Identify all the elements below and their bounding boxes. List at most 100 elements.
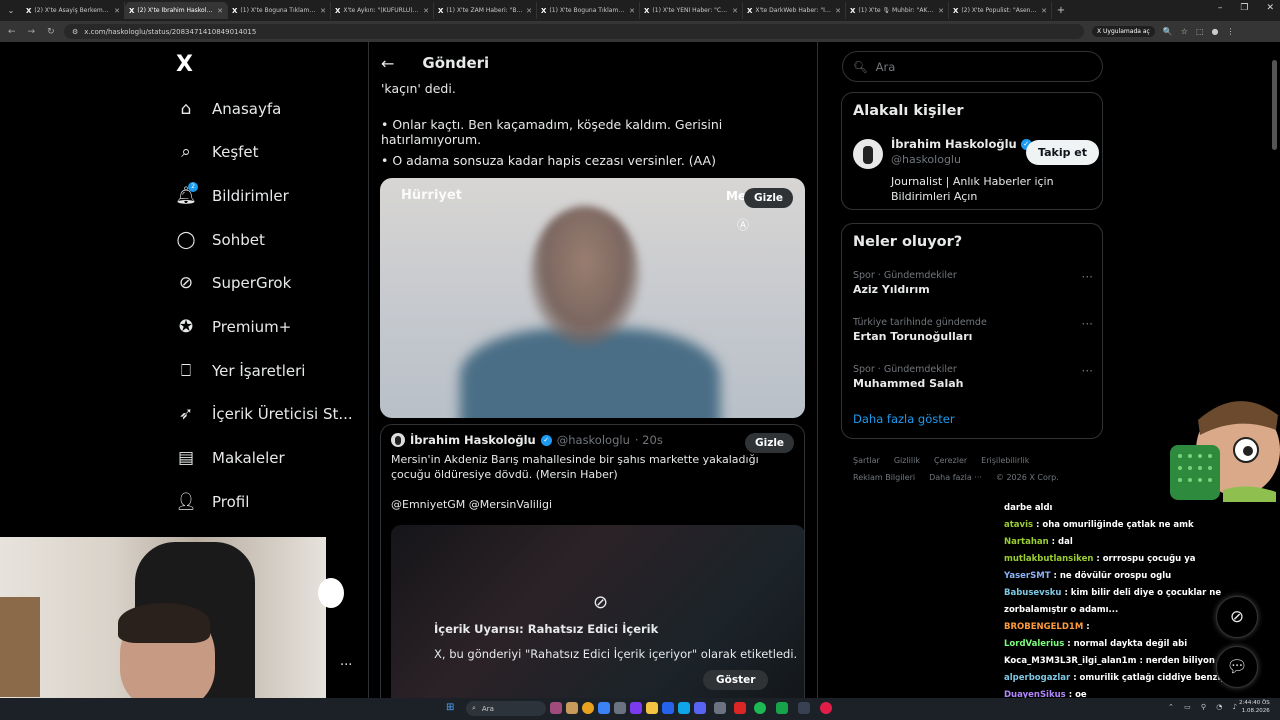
zoom-icon[interactable]: 🔍 xyxy=(1163,27,1173,36)
browser-tab[interactable]: X(1) X'te Boguna Tıklama: "7. U…✕ xyxy=(537,2,640,19)
open-in-app-button[interactable]: X Uygulamada aç xyxy=(1092,26,1155,37)
taskbar-app-icon[interactable] xyxy=(566,702,578,714)
sidebar-item-makaleler[interactable]: ▤ Makaleler xyxy=(176,448,285,468)
taskbar-app-icon[interactable] xyxy=(598,702,610,714)
discord-icon[interactable] xyxy=(694,702,706,714)
scrollbar[interactable] xyxy=(1272,60,1277,150)
system-tray-icons[interactable]: ⌃ ▭ ⚲ ◔ ♪ xyxy=(1168,703,1241,711)
back-arrow-icon[interactable]: ← xyxy=(381,54,394,73)
hide-quote-button[interactable]: Gizle xyxy=(745,433,795,453)
browser-tab[interactable]: X(1) X'te Boguna Tıklama: "Bir c…✕ xyxy=(228,2,331,19)
taskbar-app-icon[interactable] xyxy=(734,702,746,714)
taskbar-search[interactable]: ⌕ Ara xyxy=(466,701,546,716)
avatar[interactable] xyxy=(853,139,883,169)
taskbar-app-icon[interactable] xyxy=(630,702,642,714)
sidebar-item-yer-i-şaretleri[interactable]: ⎕ Yer İşaretleri xyxy=(176,361,306,381)
taskbar-app-icon[interactable] xyxy=(820,702,832,714)
more-options-icon[interactable]: ··· xyxy=(1082,364,1093,378)
sidebar-item-profil[interactable]: 👤︎ Profil xyxy=(175,492,249,512)
grok-fab-icon[interactable]: ⊘ xyxy=(1216,596,1258,638)
close-tab-icon[interactable]: ✕ xyxy=(1041,7,1047,15)
close-tab-icon[interactable]: ✕ xyxy=(114,7,120,15)
hide-media-button[interactable]: Gizle xyxy=(744,188,794,208)
footer-link[interactable]: Reklam Bilgileri xyxy=(853,473,915,482)
chat-username[interactable]: Nartahan xyxy=(1004,537,1049,547)
windows-start-icon[interactable]: ⊞ xyxy=(446,702,454,713)
forward-icon[interactable]: → xyxy=(28,27,36,37)
url-field[interactable]: ⚙ x.com/haskologlu/status/20834714108490… xyxy=(64,24,1084,39)
folder-icon[interactable] xyxy=(646,702,658,714)
browser-tab[interactable]: XX'te DarkWeb Haber: "İkinci el…✕ xyxy=(743,2,846,19)
star-icon[interactable]: ☆ xyxy=(1181,27,1188,36)
chrome-icon[interactable] xyxy=(582,702,594,714)
extensions-icon[interactable]: ⬚ xyxy=(1196,27,1204,36)
message-fab-icon[interactable]: 💬︎ xyxy=(1216,646,1258,688)
sidebar-item-premium-[interactable]: ✪ Premium+ xyxy=(176,317,291,337)
site-info-icon[interactable]: ⚙ xyxy=(72,28,78,36)
chat-username[interactable]: BROBENGELD1M xyxy=(1004,622,1083,632)
sidebar-item-i-çerik-üreticisi-st-[interactable]: ➶ İçerik Üreticisi St... xyxy=(176,404,353,424)
follow-button[interactable]: Takip et xyxy=(1026,140,1100,165)
x-logo[interactable]: X xyxy=(176,52,193,77)
browser-tab[interactable]: X (2) X'te İbrahim Haskoloğ… ✕ xyxy=(125,2,228,19)
chat-username[interactable]: alperbogazlar xyxy=(1004,673,1070,683)
footer-link[interactable]: Erişilebilirlik xyxy=(981,456,1029,465)
chat-username[interactable]: YaserSMT xyxy=(1004,571,1051,581)
taskbar-app-icon[interactable] xyxy=(714,702,726,714)
close-tab-icon[interactable]: ✕ xyxy=(526,7,532,15)
chat-username[interactable]: Koca_M3M3L3R_ilgi_alan1m xyxy=(1004,656,1136,666)
new-tab-button[interactable]: + xyxy=(1052,5,1070,16)
back-icon[interactable]: ← xyxy=(8,27,16,37)
search-input[interactable]: 🔍︎ Ara xyxy=(842,51,1103,82)
quoted-author-name[interactable]: İbrahim Haskoloğlu xyxy=(410,433,536,447)
more-options-icon[interactable]: ··· xyxy=(1082,270,1093,284)
browser-tab[interactable]: XX'te Aykırı: "(KÜFÜRLÜ) Aracı…✕ xyxy=(331,2,434,19)
avatar[interactable] xyxy=(391,433,405,447)
close-tab-icon[interactable]: ✕ xyxy=(732,7,738,15)
sidebar-item-bildirimler[interactable]: 🔔︎ 2 Bildirimler xyxy=(175,182,289,206)
quoted-post-mentions[interactable]: @EmniyetGM @MersinValiligi xyxy=(391,498,552,511)
quoted-author-handle[interactable]: @haskologlu xyxy=(557,433,630,447)
taskbar-app-icon[interactable] xyxy=(614,702,626,714)
taskbar-clock[interactable]: 2:44:40 ÖS 1.08.2026 xyxy=(1239,699,1270,715)
close-tab-icon[interactable]: ✕ xyxy=(423,7,429,15)
quoted-post[interactable]: İbrahim Haskoloğlu ✓ @haskologlu · 20s G… xyxy=(380,424,805,698)
show-content-button[interactable]: Göster xyxy=(703,670,769,690)
trend-item[interactable]: Spor · Gündemdekiler Muhammed Salah ··· xyxy=(853,364,1093,390)
restore-icon[interactable]: ❐ xyxy=(1240,3,1248,13)
person-name[interactable]: İbrahim Haskoloğlu xyxy=(891,137,1017,151)
post-button-partial[interactable] xyxy=(318,578,344,608)
close-tab-icon[interactable]: ✕ xyxy=(629,7,635,15)
footer-link[interactable]: Çerezler xyxy=(934,456,967,465)
more-options-icon[interactable]: ··· xyxy=(1082,317,1093,331)
sidebar-item-keşfet[interactable]: ⌕ Keşfet xyxy=(176,142,258,162)
browser-tab[interactable]: X(1) X'te ZAM Haberi: "Boşanar…✕ xyxy=(434,2,537,19)
tab-menu-icon[interactable]: ⌄ xyxy=(0,6,22,15)
close-tab-icon[interactable]: ✕ xyxy=(320,7,326,15)
footer-link[interactable]: Şartlar xyxy=(853,456,880,465)
post-video[interactable]: Hürriyet Me Gizle Ⓐ xyxy=(380,178,805,418)
footer-link[interactable]: Daha fazla ··· xyxy=(929,473,982,482)
browser-tab[interactable]: X(2) X'te Populist: "Asena Kesk…✕ xyxy=(949,2,1052,19)
more-options-icon[interactable]: ... xyxy=(340,654,352,669)
sidebar-item-sohbet[interactable]: ◯ Sohbet xyxy=(176,230,264,250)
trend-item[interactable]: Türkiye tarihinde gündemde Ertan Torunoğu… xyxy=(853,317,1093,343)
close-tab-icon[interactable]: ✕ xyxy=(938,7,944,15)
close-window-icon[interactable]: ✕ xyxy=(1266,3,1274,13)
sidebar-item-supergrok[interactable]: ⊘ SuperGrok xyxy=(176,273,291,293)
profile-avatar-icon[interactable]: ● xyxy=(1212,27,1219,36)
trend-item[interactable]: Spor · Gündemdekiler Aziz Yıldırım ··· xyxy=(853,270,1093,296)
browser-tab[interactable]: X(1) X'te 🎙 Muhbir: "AKP'li Al…✕ xyxy=(846,2,949,19)
browser-tab[interactable]: X(2) X'te Asayiş Berkemall: "Me…✕ xyxy=(22,2,125,19)
reload-icon[interactable]: ↻ xyxy=(47,27,55,37)
chat-username[interactable]: atavis xyxy=(1004,520,1033,530)
minimize-icon[interactable]: – xyxy=(1218,3,1223,13)
chat-username[interactable]: Babusevsku xyxy=(1004,588,1061,598)
chat-username[interactable]: mutlakbutlansiken xyxy=(1004,554,1093,564)
menu-icon[interactable]: ⋮ xyxy=(1227,27,1235,36)
sidebar-item-anasayfa[interactable]: ⌂ Anasayfa xyxy=(176,99,282,119)
taskbar-app-icon[interactable] xyxy=(678,702,690,714)
close-tab-icon[interactable]: ✕ xyxy=(217,7,223,15)
taskbar-app-icon[interactable] xyxy=(550,702,562,714)
browser-tab[interactable]: X(1) X'te YENİ Haber: "CHP İzm…✕ xyxy=(640,2,743,19)
